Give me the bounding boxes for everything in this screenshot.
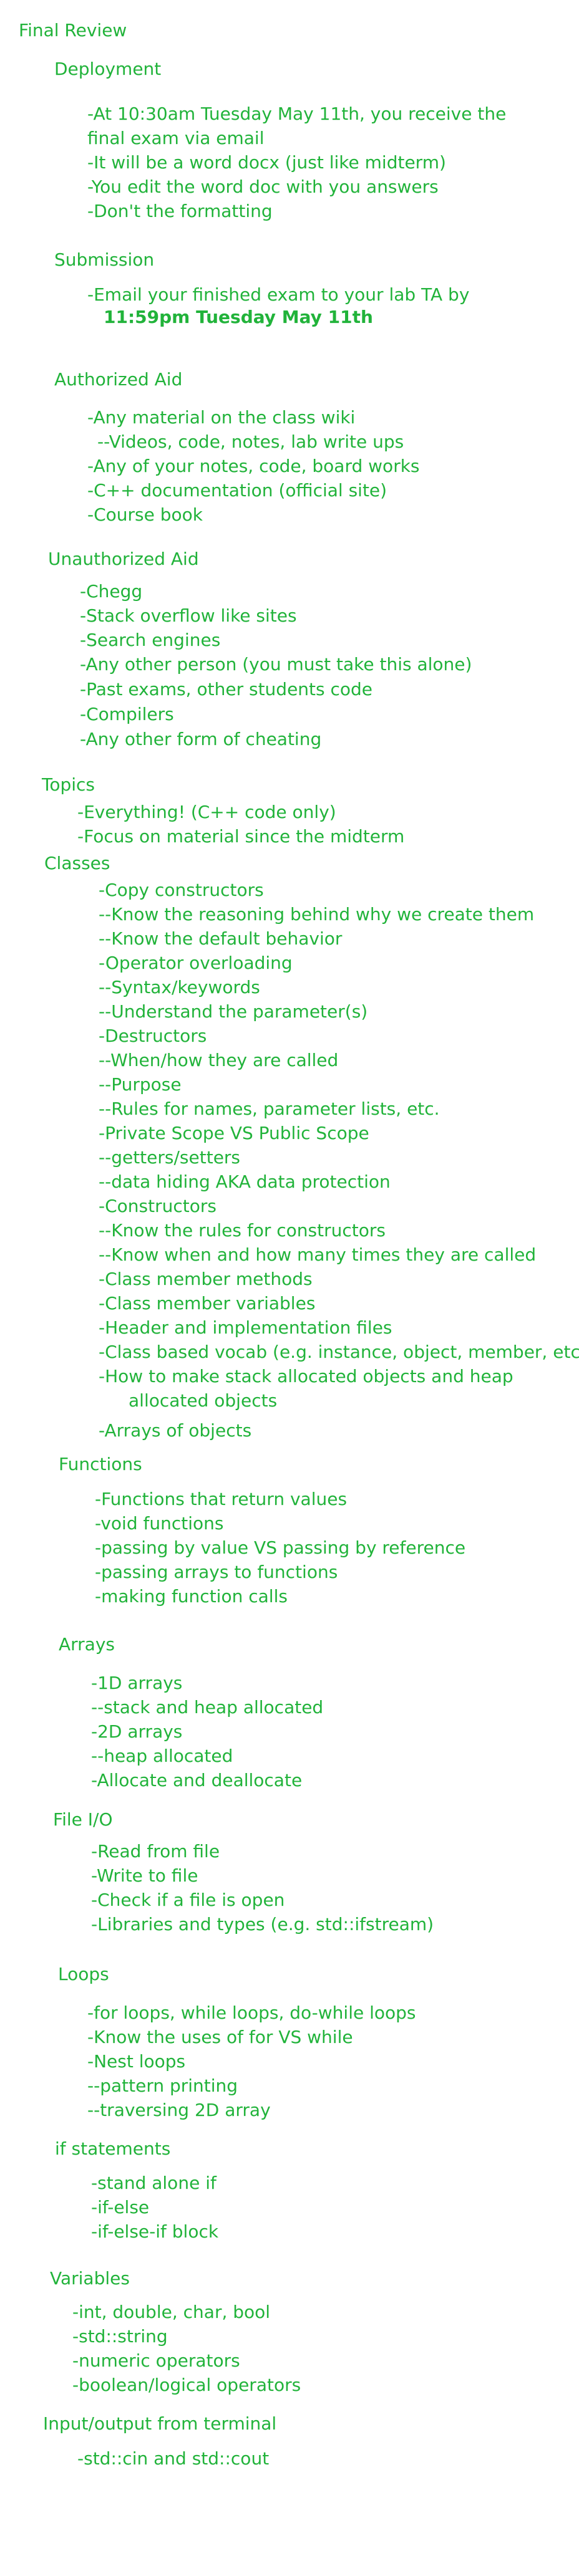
authorized-aid-line: -Any of your notes, code, board works	[87, 456, 420, 476]
classes-line: -Copy constructors	[99, 880, 264, 900]
arrays-line: --heap allocated	[91, 1746, 233, 1766]
classes-line: --Syntax/keywords	[99, 977, 260, 997]
functions-line: -passing by value VS passing by referenc…	[95, 1537, 466, 1558]
functions-line: -Functions that return values	[95, 1489, 348, 1509]
unauthorized-aid-line: -Past exams, other students code	[80, 679, 373, 699]
functions-heading: Functions	[59, 1454, 142, 1474]
classes-line: --getters/setters	[99, 1147, 241, 1168]
arrays-line: -1D arrays	[91, 1673, 183, 1693]
classes-line: --Know when and how many times they are …	[99, 1244, 537, 1265]
functions-line: -passing arrays to functions	[95, 1562, 338, 1582]
loops-line: --pattern printing	[87, 2075, 238, 2096]
classes-line: -Class based vocab (e.g. instance, objec…	[99, 1342, 579, 1362]
classes-line: -Arrays of objects	[99, 1420, 252, 1441]
loops-line: -Nest loops	[87, 2051, 186, 2072]
variables-heading: Variables	[50, 2268, 130, 2289]
classes-line: allocated objects	[129, 1390, 278, 1411]
classes-line: -Header and implementation files	[99, 1317, 392, 1338]
authorized-aid-heading: Authorized Aid	[54, 369, 183, 390]
terminal-io-line: -std::cin and std::cout	[77, 2448, 270, 2469]
arrays-line: -2D arrays	[91, 1721, 183, 1742]
if-statements-heading: if statements	[55, 2138, 171, 2159]
unauthorized-aid-line: -Search engines	[80, 630, 221, 650]
variables-line: -numeric operators	[72, 2350, 240, 2371]
file-io-line: -Read from file	[91, 1841, 220, 1862]
unauthorized-aid-line: -Compilers	[80, 704, 174, 724]
file-io-heading: File I/O	[53, 1809, 113, 1830]
classes-line: --Know the reasoning behind why we creat…	[99, 904, 535, 925]
deployment-heading: Deployment	[54, 59, 162, 79]
submission-heading: Submission	[54, 249, 155, 270]
loops-heading: Loops	[58, 1964, 109, 1984]
authorized-aid-line: -C++ documentation (official site)	[87, 480, 387, 501]
unauthorized-aid-line: -Any other form of cheating	[80, 729, 322, 749]
functions-line: -making function calls	[95, 1586, 288, 1607]
classes-line: -Destructors	[99, 1026, 207, 1046]
deployment-line: final exam via email	[87, 128, 265, 148]
deployment-line: -At 10:30am Tuesday May 11th, you receiv…	[87, 103, 507, 124]
classes-line: --Know the rules for constructors	[99, 1220, 386, 1241]
page-title: Final Review	[19, 20, 127, 41]
unauthorized-aid-line: -Stack overflow like sites	[80, 605, 297, 626]
loops-line: -Know the uses of for VS while	[87, 2027, 353, 2047]
deployment-line: -Don't the formatting	[87, 201, 273, 221]
unauthorized-aid-line: -Chegg	[80, 581, 143, 602]
file-io-line: -Write to file	[91, 1865, 198, 1886]
classes-line: -Private Scope VS Public Scope	[99, 1123, 369, 1143]
submission-line: -Email your finished exam to your lab TA…	[87, 284, 470, 305]
classes-line: -How to make stack allocated objects and…	[99, 1366, 513, 1387]
classes-line: --Know the default behavior	[99, 928, 343, 949]
file-io-line: -Check if a file is open	[91, 1890, 285, 1910]
arrays-heading: Arrays	[59, 1634, 115, 1655]
terminal-io-heading: Input/output from terminal	[43, 2413, 277, 2434]
classes-line: --Purpose	[99, 1074, 182, 1095]
topics-heading: Topics	[42, 774, 95, 795]
deployment-line: -It will be a word docx (just like midte…	[87, 152, 446, 173]
loops-line: --traversing 2D array	[87, 2100, 271, 2120]
unauthorized-aid-heading: Unauthorized Aid	[48, 549, 199, 569]
submission-deadline: 11:59pm Tuesday May 11th	[104, 307, 373, 327]
classes-line: -Class member methods	[99, 1269, 313, 1289]
file-io-line: -Libraries and types (e.g. std::ifstream…	[91, 1914, 434, 1934]
arrays-line: -Allocate and deallocate	[91, 1770, 303, 1790]
classes-line: --Understand the parameter(s)	[99, 1001, 368, 1022]
classes-line: --When/how they are called	[99, 1050, 339, 1070]
classes-heading: Classes	[44, 853, 110, 873]
authorized-aid-line: -Course book	[87, 504, 203, 525]
variables-line: -int, double, char, bool	[72, 2302, 271, 2322]
variables-line: -std::string	[72, 2326, 168, 2347]
topics-line: -Focus on material since the midterm	[77, 826, 405, 847]
unauthorized-aid-line: -Any other person (you must take this al…	[80, 654, 472, 675]
if-statements-line: -stand alone if	[91, 2173, 217, 2193]
classes-line: -Constructors	[99, 1196, 217, 1216]
loops-line: -for loops, while loops, do-while loops	[87, 2002, 416, 2023]
classes-line: -Class member variables	[99, 1293, 316, 1314]
classes-line: --data hiding AKA data protection	[99, 1171, 391, 1192]
final-review-page: { "title": "Final Review", "deployment":…	[0, 0, 579, 2576]
if-statements-line: -if-else-if block	[91, 2221, 219, 2242]
variables-line: -boolean/logical operators	[72, 2375, 301, 2395]
topics-line: -Everything! (C++ code only)	[77, 802, 336, 822]
arrays-line: --stack and heap allocated	[91, 1697, 324, 1718]
if-statements-line: -if-else	[91, 2197, 150, 2218]
classes-line: -Operator overloading	[99, 953, 293, 973]
authorized-aid-line: --Videos, code, notes, lab write ups	[97, 431, 404, 452]
functions-line: -void functions	[95, 1513, 224, 1534]
classes-line: --Rules for names, parameter lists, etc.	[99, 1098, 440, 1119]
authorized-aid-line: -Any material on the class wiki	[87, 407, 356, 428]
deployment-line: -You edit the word doc with you answers	[87, 176, 439, 197]
